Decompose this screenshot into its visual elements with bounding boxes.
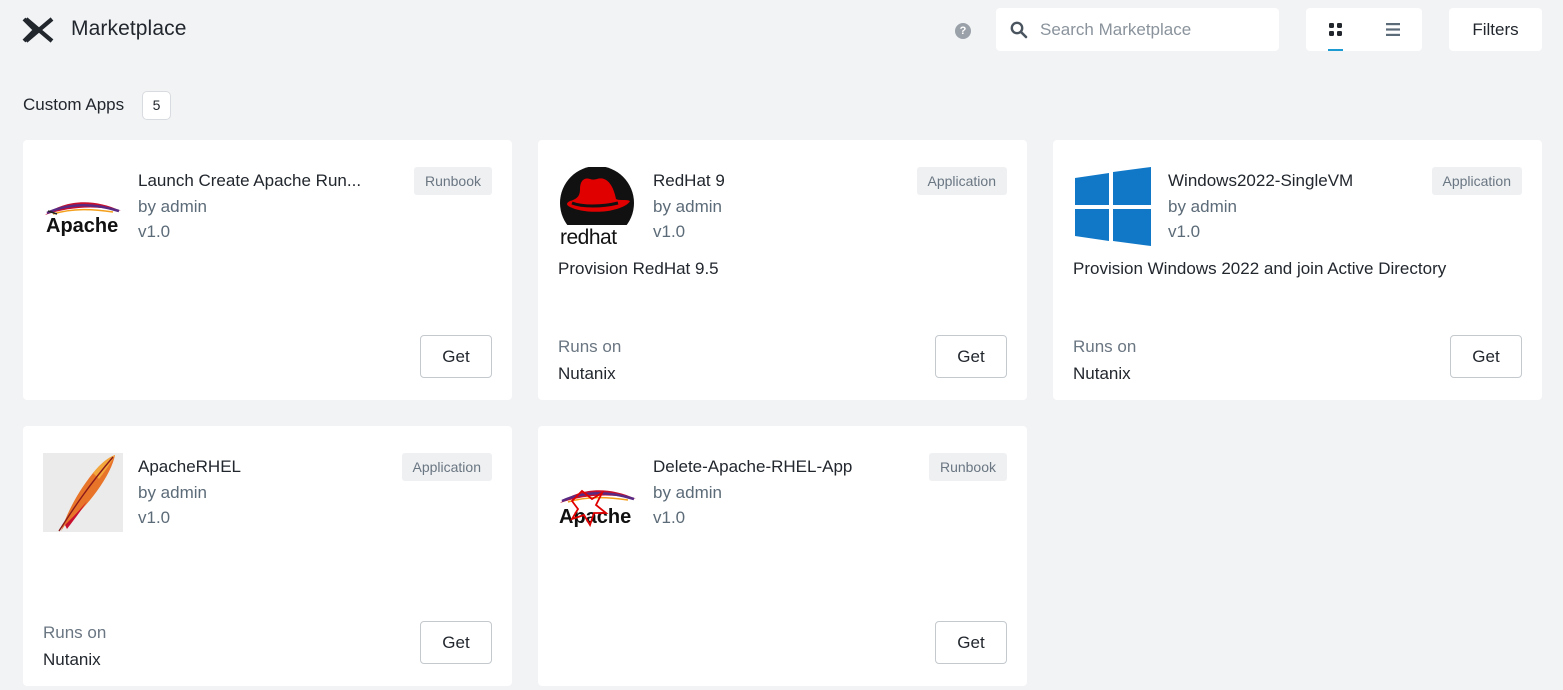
get-button[interactable]: Get bbox=[1450, 335, 1522, 378]
app-card[interactable]: Apache Delete-Apache-RHEL-App by admin v… bbox=[538, 426, 1027, 686]
filters-button[interactable]: Filters bbox=[1449, 8, 1542, 51]
app-version: v1.0 bbox=[653, 508, 686, 527]
app-name[interactable]: Delete-Apache-RHEL-App bbox=[653, 457, 903, 477]
apache-feather-logo-icon: Apache bbox=[43, 167, 123, 246]
app-author: by admin bbox=[138, 483, 207, 502]
type-badge: Runbook bbox=[413, 167, 492, 195]
svg-text:Apache: Apache bbox=[559, 506, 631, 528]
app-card[interactable]: redhat RedHat 9 by admin v1.0 Applicatio… bbox=[538, 140, 1027, 400]
app-name[interactable]: RedHat 9 bbox=[653, 171, 903, 191]
runs-on-label: Runs on bbox=[1073, 337, 1137, 356]
app-name[interactable]: Windows2022-SingleVM bbox=[1168, 171, 1418, 191]
app-name[interactable]: Launch Create Apache Run... bbox=[138, 171, 388, 191]
windows-logo-icon bbox=[1073, 167, 1153, 246]
nutanix-x-logo-icon[interactable] bbox=[22, 17, 56, 43]
search-icon bbox=[1010, 21, 1028, 39]
svg-text:redhat: redhat bbox=[560, 226, 617, 246]
grid-icon bbox=[1329, 23, 1342, 36]
svg-text:Apache: Apache bbox=[46, 215, 118, 237]
app-author: by admin bbox=[1168, 197, 1237, 216]
app-card[interactable]: ApacheRHEL by admin v1.0 Application Run… bbox=[23, 426, 512, 686]
app-card[interactable]: Apache Launch Create Apache Run... by ad… bbox=[23, 140, 512, 400]
app-author: by admin bbox=[653, 197, 722, 216]
runs-on-label: Runs on bbox=[558, 337, 622, 356]
runs-on-value: Nutanix bbox=[1073, 364, 1131, 383]
app-version: v1.0 bbox=[1168, 222, 1201, 241]
apache-feather-icon bbox=[43, 453, 123, 532]
page-title: Marketplace bbox=[71, 17, 187, 40]
app-count-badge: 5 bbox=[142, 91, 171, 120]
runs-on-value: Nutanix bbox=[558, 364, 616, 383]
view-toggle bbox=[1306, 8, 1422, 51]
section-title: Custom Apps bbox=[23, 95, 125, 114]
app-version: v1.0 bbox=[138, 222, 171, 241]
app-description: Provision Windows 2022 and join Active D… bbox=[1073, 259, 1447, 278]
help-icon[interactable]: ? bbox=[955, 23, 971, 39]
runs-on-label: Runs on bbox=[43, 623, 107, 642]
app-author: by admin bbox=[653, 483, 722, 502]
app-author: by admin bbox=[138, 197, 207, 216]
type-badge: Application bbox=[1431, 167, 1522, 195]
app-version: v1.0 bbox=[138, 508, 171, 527]
apache-feather-crossed-logo-icon: Apache bbox=[558, 453, 638, 532]
type-badge: Application bbox=[401, 453, 492, 481]
type-badge: Runbook bbox=[928, 453, 1007, 481]
app-name[interactable]: ApacheRHEL bbox=[138, 457, 388, 477]
app-card[interactable]: Windows2022-SingleVM by admin v1.0 Appli… bbox=[1053, 140, 1542, 400]
search-input[interactable] bbox=[1040, 17, 1270, 43]
app-description: Provision RedHat 9.5 bbox=[558, 259, 719, 278]
top-bar: Marketplace ? Filters bbox=[0, 0, 1563, 60]
list-icon bbox=[1386, 23, 1400, 36]
type-badge: Application bbox=[916, 167, 1007, 195]
grid-view-button[interactable] bbox=[1306, 8, 1364, 51]
get-button[interactable]: Get bbox=[935, 621, 1007, 664]
get-button[interactable]: Get bbox=[420, 621, 492, 664]
search-box[interactable] bbox=[996, 8, 1279, 51]
app-version: v1.0 bbox=[653, 222, 686, 241]
redhat-logo-icon: redhat bbox=[558, 167, 638, 246]
get-button[interactable]: Get bbox=[935, 335, 1007, 378]
runs-on-value: Nutanix bbox=[43, 650, 101, 669]
get-button[interactable]: Get bbox=[420, 335, 492, 378]
